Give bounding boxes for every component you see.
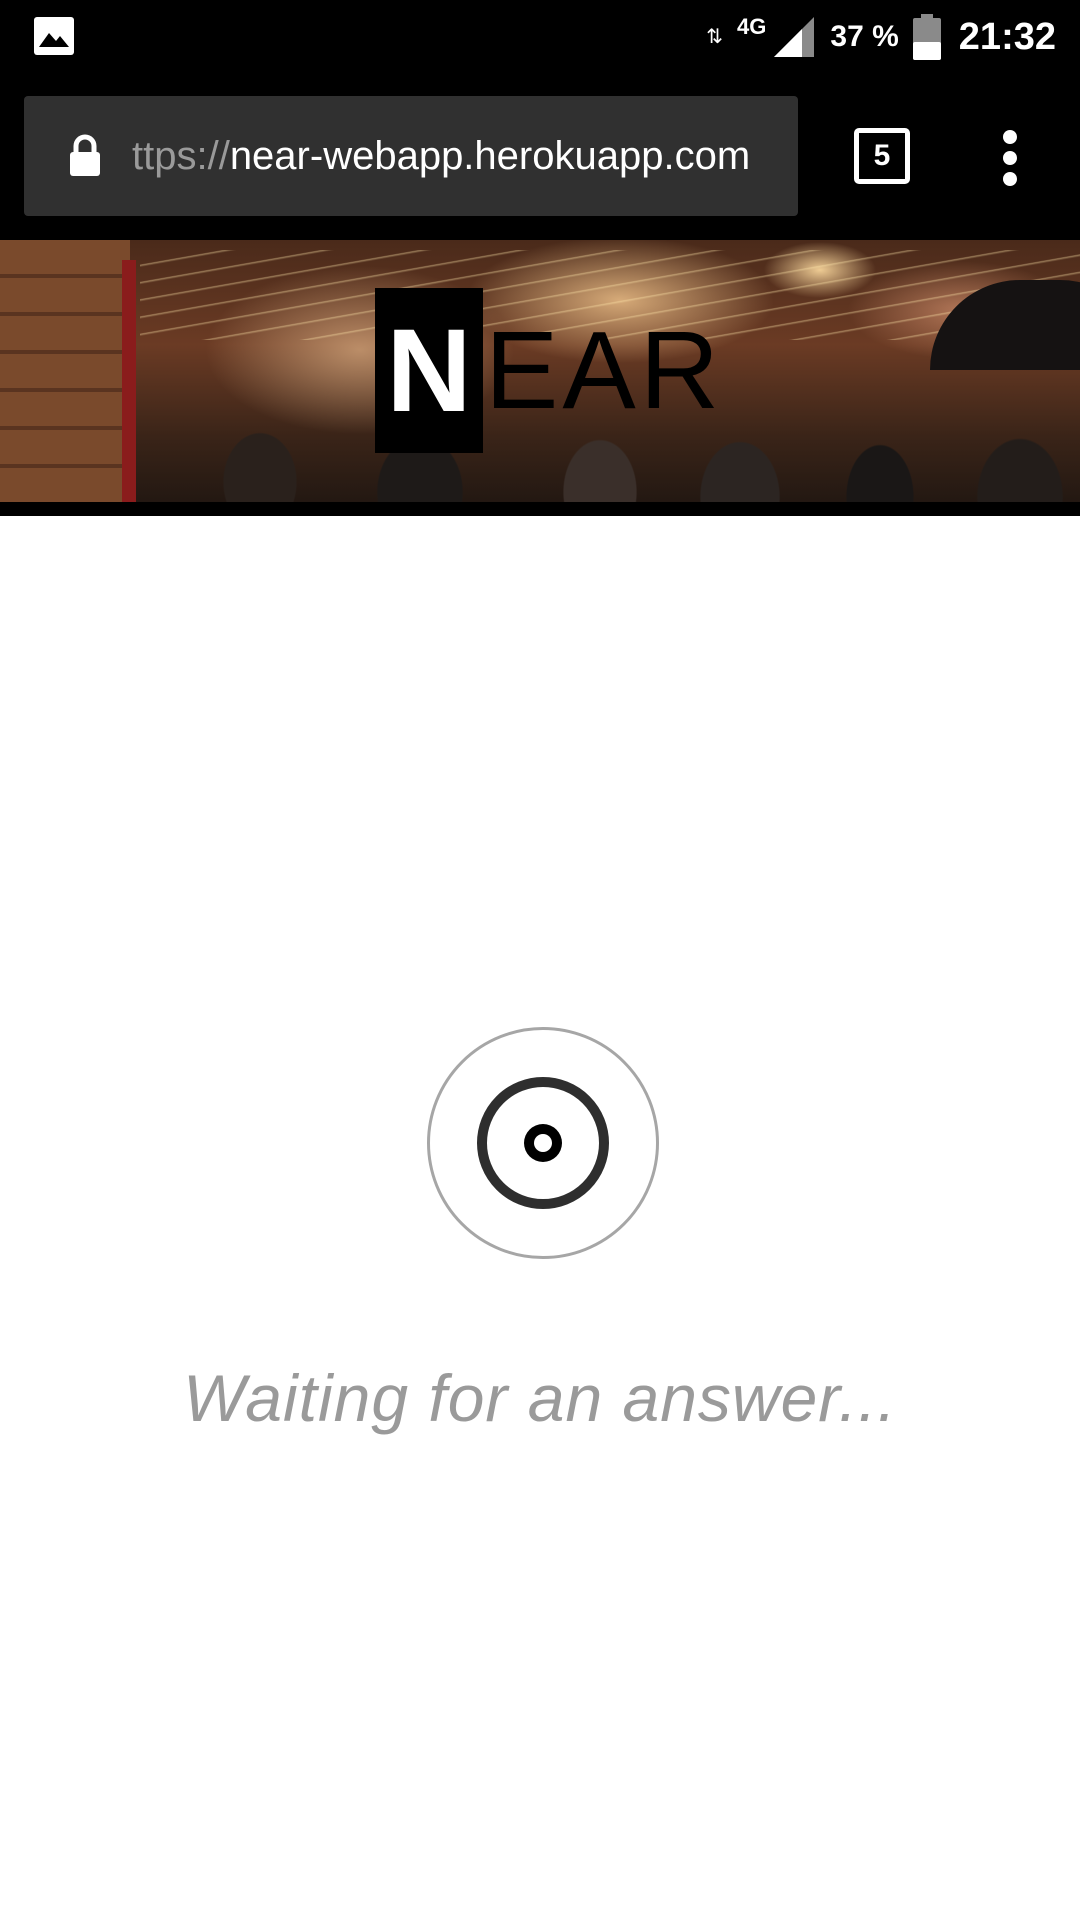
radar-center-dot (524, 1124, 562, 1162)
battery-icon (912, 14, 941, 60)
updown-arrows-icon: ⇅ (706, 26, 724, 48)
address-bar[interactable]: ttps://near-webapp.herokuapp.com (24, 96, 798, 216)
stall-frame (122, 260, 136, 502)
status-indicators: ⇅ 4G 37 % 21:32 (706, 0, 1056, 74)
status-bar: ⇅ 4G 37 % 21:32 (0, 0, 1080, 74)
banner-divider (0, 502, 1080, 516)
waiting-status-text: Waiting for an answer... (183, 1361, 897, 1435)
market-stall (0, 240, 130, 502)
network-type-label: 4G (737, 14, 767, 39)
status-time: 21:32 (958, 15, 1056, 58)
url-scheme: ttps:// (132, 133, 230, 178)
url-host: near-webapp.herokuapp.com (229, 133, 751, 178)
tab-switcher-button[interactable]: 5 (854, 128, 910, 184)
battery-percent: 37 % (830, 20, 899, 53)
near-logo: N EAR (375, 288, 723, 453)
radar-target-icon (427, 1027, 659, 1259)
image-icon (34, 17, 74, 55)
logo-letter-box: N (375, 288, 483, 453)
url-text[interactable]: ttps://near-webapp.herokuapp.com (132, 134, 750, 179)
more-vert-icon[interactable] (990, 130, 1032, 186)
browser-toolbar: ttps://near-webapp.herokuapp.com 5 (0, 74, 1080, 240)
lock-icon[interactable] (68, 134, 102, 178)
signal-icon (772, 15, 816, 59)
logo-text: EAR (485, 309, 724, 432)
